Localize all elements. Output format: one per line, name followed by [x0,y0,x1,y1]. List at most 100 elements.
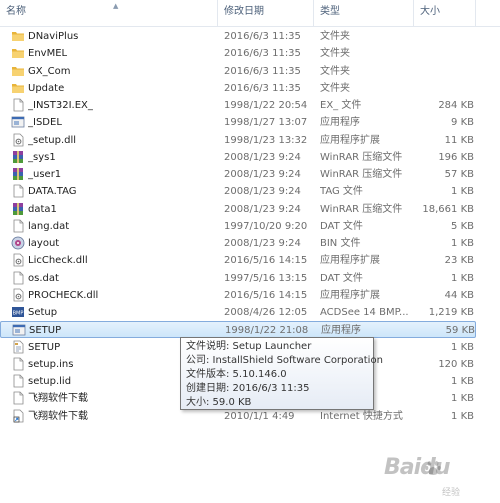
column-header-bar: 名称 ▲ 修改日期 类型 大小 [0,0,500,27]
column-header-name[interactable]: 名称 ▲ [0,0,218,26]
file-row[interactable]: lang.dat 1997/10/20 9:20 DAT 文件 5 KB [0,218,476,235]
file-icon [11,271,25,285]
file-type: DAT 文件 [320,272,363,284]
file-date: 2016/6/3 11:35 [224,31,301,42]
folder-icon [11,29,25,43]
file-row[interactable]: Update 2016/6/3 11:35 文件夹 [0,80,476,97]
file-size [414,80,474,97]
tooltip-description: 文件说明: Setup Launcher [186,341,312,352]
column-header-size-label: 大小 [420,6,440,17]
dll-icon [11,288,25,302]
file-size [414,63,474,80]
file-date: 2016/5/16 14:15 [224,289,308,301]
file-date: 2008/1/23 9:24 [224,186,301,198]
tooltip-company: 公司: InstallShield Software Corporation [186,355,383,366]
file-type: DAT 文件 [320,220,363,232]
paw-icon [425,461,441,475]
file-size [414,45,474,62]
file-size: 1 KB [451,393,474,405]
disc-icon [11,236,25,250]
folder-icon [11,46,25,60]
column-header-type[interactable]: 类型 [314,0,414,26]
file-row[interactable]: data1 2008/1/23 9:24 WinRAR 压缩文件 18,661 KB [0,201,476,218]
file-type: TAG 文件 [320,186,363,198]
tooltip-created: 创建日期: 2016/6/3 11:35 [186,383,310,394]
file-name: GX_Com [28,65,71,77]
file-size: 18,661 KB [422,203,474,215]
exe-icon [11,115,25,129]
folder-icon [11,64,25,78]
file-date: 1997/10/20 9:20 [224,220,308,232]
file-size: 1,219 KB [428,307,474,318]
file-row[interactable]: _user1 2008/1/23 9:24 WinRAR 压缩文件 57 KB [0,166,476,183]
file-date: 2008/4/26 12:05 [224,307,308,318]
file-size: 1 KB [451,272,474,284]
file-name: _setup.dll [28,134,77,146]
column-header-date[interactable]: 修改日期 [218,0,314,26]
file-type: 应用程序扩展 [320,134,380,146]
file-size: 57 KB [444,169,474,180]
file-date: 2008/1/23 9:24 [224,169,301,180]
file-name: os.dat [28,272,59,284]
file-date: 1998/1/22 20:54 [224,100,308,111]
file-size: 284 KB [438,100,474,111]
column-header-type-label: 类型 [320,6,340,17]
file-row-selected[interactable]: SETUP 1998/1/22 21:08 应用程序 59 KB [0,321,476,339]
file-name: _ISDEL [28,117,62,129]
file-icon [11,391,25,405]
file-icon [11,357,25,371]
column-header-size[interactable]: 大小 [414,0,476,26]
folder-icon [11,81,25,95]
file-row[interactable]: EnvMEL 2016/6/3 11:35 文件夹 [0,45,476,62]
file-icon [11,374,25,388]
tooltip-size: 大小: 59.0 KB [186,397,252,408]
sort-ascending-icon: ▲ [113,2,119,10]
file-row[interactable]: os.dat 1997/5/16 13:15 DAT 文件 1 KB [0,270,476,287]
file-type: 文件夹 [320,31,350,42]
file-row[interactable]: _sys1 2008/1/23 9:24 WinRAR 压缩文件 196 KB [0,149,476,166]
file-type: ACDSee 14 BMP... [320,307,409,318]
dll-icon [11,133,25,147]
file-date: 2016/6/3 11:35 [224,82,301,94]
file-name: _sys1 [28,151,56,163]
file-row[interactable]: PROCHECK.dll 2016/5/16 14:15 应用程序扩展 44 KB [0,287,476,304]
file-type: EX_ 文件 [320,100,362,111]
exe-icon [12,323,26,337]
file-type: 文件夹 [320,82,350,94]
winrar-icon [11,167,25,181]
file-row[interactable]: layout 2008/1/23 9:24 BIN 文件 1 KB [0,235,476,252]
file-date: 2016/6/3 11:35 [224,48,301,60]
settings-file-icon [11,340,25,354]
file-name: Setup [28,307,58,318]
file-row[interactable]: _INST32I.EX_ 1998/1/22 20:54 EX_ 文件 284 KB [0,97,476,114]
file-name: lang.dat [28,220,70,232]
file-icon [11,184,25,198]
file-size: 196 KB [438,151,474,163]
file-name: layout [28,238,60,249]
file-name: DNaviPlus [28,31,79,42]
file-row[interactable]: LicCheck.dll 2016/5/16 14:15 应用程序扩展 23 KB [0,252,476,269]
file-row[interactable]: GX_Com 2016/6/3 11:35 文件夹 [0,63,476,80]
file-row[interactable]: _setup.dll 1998/1/23 13:32 应用程序扩展 11 KB [0,132,476,149]
file-row[interactable]: 飞翔软件下载 2010/1/1 4:49 Internet 快捷方式 1 KB [0,408,476,425]
file-name: _user1 [28,169,62,180]
file-row[interactable]: DNaviPlus 2016/6/3 11:35 文件夹 [0,28,476,45]
file-icon [11,98,25,112]
file-type: BIN 文件 [320,238,361,249]
column-header-name-label: 名称 [6,6,26,17]
file-size: 11 KB [444,134,474,146]
dll-icon [11,253,25,267]
file-size: 1 KB [451,341,474,353]
file-size: 23 KB [444,255,474,267]
file-icon [11,219,25,233]
file-date: 1998/1/23 13:32 [224,134,308,146]
file-date: 2016/6/3 11:35 [224,65,301,77]
file-name: LicCheck.dll [28,255,88,267]
file-row[interactable]: _ISDEL 1998/1/27 13:07 应用程序 9 KB [0,114,476,131]
file-row[interactable]: DATA.TAG 2008/1/23 9:24 TAG 文件 1 KB [0,183,476,200]
winrar-icon [11,202,25,216]
file-size: 5 KB [451,220,474,232]
file-date: 2008/1/23 9:24 [224,238,301,249]
file-date: 2016/5/16 14:15 [224,255,308,267]
file-row[interactable]: BMP Setup 2008/4/26 12:05 ACDSee 14 BMP... 1… [0,304,476,321]
